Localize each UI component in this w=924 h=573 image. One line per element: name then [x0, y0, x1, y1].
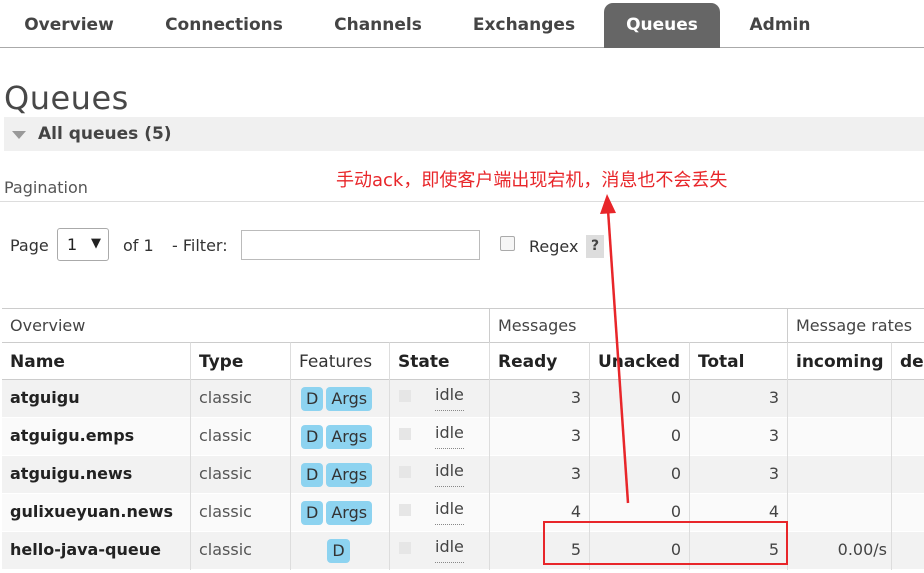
annotation-arrow: [600, 194, 630, 504]
